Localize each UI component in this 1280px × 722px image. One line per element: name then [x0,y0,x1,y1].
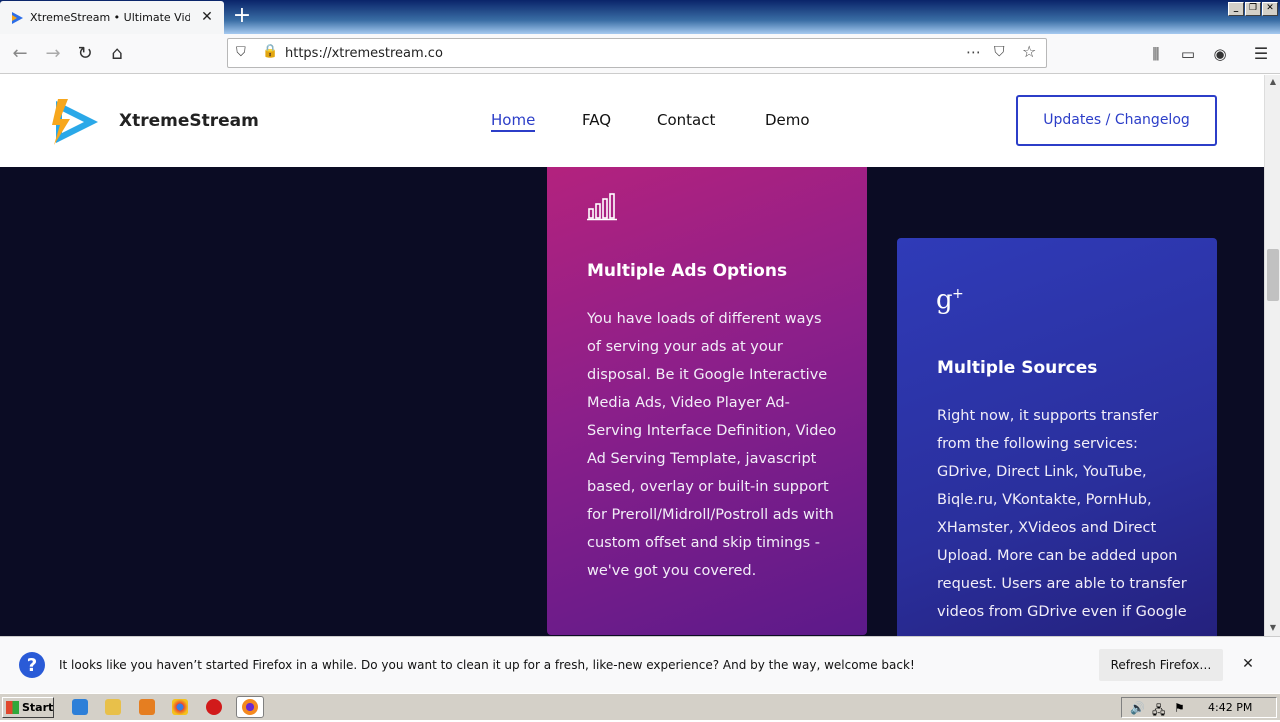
svg-text:?: ? [27,655,37,676]
volume-icon[interactable]: 🔊 [1130,701,1145,715]
menu-icon[interactable]: ☰ [1249,42,1273,66]
card-body: You have loads of different ways of serv… [587,305,837,585]
restore-window-icon[interactable]: ❐ [1245,2,1261,16]
reload-icon[interactable]: ↻ [73,42,97,66]
card-body-line: GDrive, Direct Link, YouTube, [937,464,1147,480]
library-icon[interactable]: ⫼ [1144,42,1168,66]
nav-faq-link[interactable]: FAQ [582,111,611,129]
question-icon: ? [19,652,45,678]
minimize-window-icon[interactable]: _ [1228,2,1244,16]
opera-icon[interactable] [206,699,222,715]
chrome-icon[interactable] [172,699,188,715]
google-plus-icon: g + [936,285,964,315]
refresh-firefox-button[interactable]: Refresh Firefox… [1099,649,1223,681]
updates-changelog-button[interactable]: Updates / Changelog [1016,95,1217,146]
card-body-line: Ad Serving Template, javascript [587,451,817,467]
site-brand[interactable]: XtremeStream [119,111,259,131]
card-body-line: for Preroll/Midroll/Postroll ads with [587,507,834,523]
card-body-line: Biqle.ru, VKontakte, PornHub, [937,492,1152,508]
bar-chart-icon [587,193,617,221]
scroll-down-icon[interactable]: ▼ [1268,623,1278,633]
home-icon[interactable]: ⌂ [105,42,129,66]
scrollbar-thumb[interactable] [1267,249,1279,301]
card-body-line: we've got you covered. [587,563,757,579]
pocket-icon[interactable]: ⛉ [994,44,1005,60]
page-scrollbar[interactable]: ▲ ▼ [1264,75,1280,636]
site-favicon-icon [12,11,23,24]
system-tray: 🔊 🖧 ⚑ [1121,697,1277,718]
bookmark-star-icon[interactable]: ☆ [1022,42,1036,61]
media-player-icon[interactable] [139,699,155,715]
card-body-line: from the following services: [937,436,1138,452]
url-bar[interactable]: ⛉ 🔒 https://xtremestream.co ⋯ ⛉ ☆ [227,38,1047,68]
feature-card-ads: Multiple Ads Options You have loads of d… [547,167,867,635]
taskbar-clock[interactable]: 4:42 PM [1208,701,1252,714]
card-body-line: of serving your ads at your [587,339,783,355]
web-page: XtremeStream Home FAQ Contact Demo Updat… [0,75,1264,636]
card-body-line: videos from GDrive even if Google [937,604,1187,620]
card-body-line: You have loads of different ways [587,311,822,327]
card-body-line: disposal. Be it Google Interactive [587,367,828,383]
windows-logo-icon [6,701,19,714]
internet-explorer-icon[interactable] [72,699,88,715]
card-body-line: based, overlay or built-in support [587,479,829,495]
nav-home-link[interactable]: Home [491,111,536,132]
action-center-flag-icon[interactable]: ⚑ [1174,701,1185,715]
url-text[interactable]: https://xtremestream.co [285,46,443,61]
card-body-line: Upload. More can be added upon [937,548,1178,564]
new-tab-icon[interactable]: + [230,4,254,28]
card-body-line: Serving Interface Definition, Video [587,423,837,439]
nav-contact-link[interactable]: Contact [657,111,715,129]
close-window-icon[interactable]: ✕ [1262,2,1278,16]
start-label: Start [22,701,54,714]
sidebar-icon[interactable]: ▭ [1176,42,1200,66]
card-body-line: Right now, it supports transfer [937,408,1159,424]
tab-title: XtremeStream • Ultimate Video Str [30,11,190,24]
svg-text:g: g [936,285,953,315]
tracking-protection-icon[interactable]: ⛉ [236,45,246,60]
account-icon[interactable]: ◉ [1208,42,1232,66]
back-icon[interactable]: ← [8,42,32,66]
xtremestream-logo-icon[interactable] [48,97,100,147]
lock-icon[interactable]: 🔒 [262,44,278,59]
card-body-line: Media Ads, Video Player Ad- [587,395,790,411]
card-body-line: XHamster, XVideos and Direct [937,520,1157,536]
firefox-refresh-notification: ? It looks like you haven’t started Fire… [0,636,1280,693]
network-icon[interactable]: 🖧 [1152,701,1165,722]
tab-close-icon[interactable]: ✕ [200,10,214,24]
windows-taskbar: Start 🔊 🖧 ⚑ 4:42 PM [0,693,1280,720]
card-body-line: custom offset and skip timings - [587,535,820,551]
site-header: XtremeStream Home FAQ Contact Demo Updat… [0,75,1264,167]
browser-tab[interactable]: XtremeStream • Ultimate Video Str ✕ [0,1,224,34]
browser-tab-strip: XtremeStream • Ultimate Video Str ✕ + _ … [0,0,1280,34]
file-explorer-icon[interactable] [105,699,121,715]
svg-text:+: + [952,286,964,302]
forward-icon[interactable]: → [41,42,65,66]
firefox-icon [242,699,258,715]
page-actions-icon[interactable]: ⋯ [966,43,981,61]
notification-message: It looks like you haven’t started Firefo… [59,658,915,672]
card-title: Multiple Sources [937,358,1098,378]
start-button[interactable]: Start [2,697,54,718]
scroll-up-icon[interactable]: ▲ [1268,77,1278,87]
nav-demo-link[interactable]: Demo [765,111,810,129]
feature-card-sources: g + Multiple Sources Right now, it suppo… [897,238,1217,636]
card-title: Multiple Ads Options [587,261,788,281]
card-body: Right now, it supports transfer from the… [937,402,1187,626]
browser-toolbar: ← → ↻ ⌂ ⛉ 🔒 https://xtremestream.co ⋯ ⛉ … [0,34,1280,74]
notification-close-icon[interactable]: ✕ [1240,656,1256,672]
card-body-line: request. Users are able to transfer [937,576,1187,592]
firefox-taskbar-button[interactable] [236,696,264,718]
